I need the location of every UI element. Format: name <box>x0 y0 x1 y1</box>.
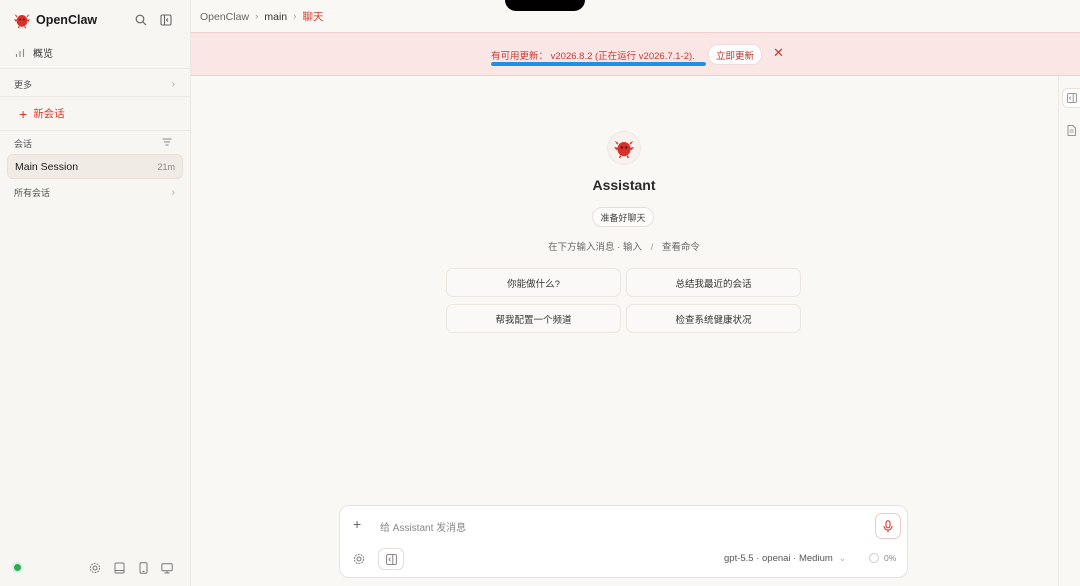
breadcrumb-item[interactable]: OpenClaw <box>200 11 249 23</box>
settings-gear-icon[interactable] <box>88 561 102 575</box>
assistant-title: Assistant <box>592 177 656 193</box>
update-banner-text: 有可用更新： v2026.8.2 (正在运行 v2026.7.1-2). <box>491 51 695 62</box>
divider <box>0 96 191 97</box>
divider <box>0 68 191 69</box>
book-icon[interactable] <box>112 561 126 575</box>
right-rail <box>1058 76 1080 586</box>
context-usage-indicator: 0% <box>869 553 896 563</box>
message-composer: + 给 Assistant 发消息 gpt-5.5 · openai · Med… <box>339 505 908 578</box>
all-sessions-link[interactable]: 所有会话 › <box>0 186 191 199</box>
attach-plus-icon[interactable]: + <box>353 517 361 531</box>
search-icon[interactable] <box>133 12 149 28</box>
microphone-icon <box>883 519 893 532</box>
chevron-down-icon: ⌄ <box>838 553 847 563</box>
chevron-right-icon: › <box>293 11 297 22</box>
sessions-heading-label: 会话 <box>14 139 33 149</box>
chevron-right-icon: › <box>171 79 175 90</box>
status-badge: 准备好聊天 <box>592 207 654 227</box>
suggestion-button[interactable]: 总结我最近的会话 <box>626 268 801 297</box>
chevron-right-icon: › <box>171 187 175 198</box>
camera-notch <box>505 0 585 11</box>
sidebar-item-label: 概览 <box>33 49 53 60</box>
model-label: gpt-5.5 · openai · Medium <box>724 553 833 564</box>
brand[interactable]: OpenClaw <box>13 10 97 30</box>
sidebar: OpenClaw 概览 更多 › + 新会话 会话 Main Session 2… <box>0 0 191 586</box>
suggestion-button[interactable]: 检查系统健康状况 <box>626 304 801 333</box>
divider <box>0 130 191 131</box>
input-hint: 在下方输入消息 · 输入 / 查看命令 <box>474 239 774 253</box>
expand-panel-icon[interactable] <box>1062 88 1080 108</box>
close-icon[interactable]: ✕ <box>773 46 784 60</box>
session-name: Main Session <box>15 160 79 173</box>
assistant-avatar <box>607 131 641 165</box>
bar-chart-icon <box>15 48 25 57</box>
hint-slash: / <box>650 242 654 253</box>
suggestion-button[interactable]: 你能做什么? <box>446 268 621 297</box>
desktop-icon[interactable] <box>160 561 174 575</box>
context-usage-value: 0% <box>884 553 897 563</box>
hint-text: 在下方输入消息 · 输入 <box>548 242 642 253</box>
new-chat-button[interactable]: + 新会话 <box>19 106 65 121</box>
breadcrumb-item[interactable]: main <box>264 11 287 23</box>
session-time: 21m <box>157 161 175 172</box>
breadcrumb-current: 聊天 <box>302 11 324 23</box>
breadcrumb: OpenClaw › main › 聊天 <box>200 9 323 24</box>
openclaw-logo-icon <box>13 14 31 29</box>
panel-toggle-button[interactable] <box>378 548 404 570</box>
update-banner: 有可用更新： v2026.8.2 (正在运行 v2026.7.1-2). 立即更… <box>191 32 1080 76</box>
all-sessions-label: 所有会话 <box>14 188 51 198</box>
settings-gear-icon[interactable] <box>352 552 366 566</box>
new-chat-label: 新会话 <box>33 108 65 120</box>
usage-ring-icon <box>869 553 879 563</box>
message-input[interactable]: 给 Assistant 发消息 <box>380 519 466 534</box>
plus-icon: + <box>19 105 28 122</box>
document-icon[interactable] <box>1062 120 1080 140</box>
update-progress-bar <box>491 62 706 66</box>
suggestion-button[interactable]: 帮我配置一个频道 <box>446 304 621 333</box>
filter-icon[interactable] <box>162 138 172 149</box>
update-progress-fill <box>491 62 706 66</box>
openclaw-logo-icon <box>614 140 634 159</box>
session-item[interactable]: Main Session 21m <box>7 154 183 179</box>
microphone-button[interactable] <box>875 513 901 539</box>
sidebar-section-more[interactable]: 更多 › <box>0 78 191 91</box>
collapse-sidebar-icon[interactable] <box>158 12 174 28</box>
connection-status-indicator <box>14 564 21 571</box>
brand-name: OpenClaw <box>36 13 98 27</box>
panel-icon <box>385 553 397 565</box>
mobile-icon[interactable] <box>136 561 150 575</box>
update-now-button[interactable]: 立即更新 <box>708 44 762 65</box>
model-selector[interactable]: gpt-5.5 · openai · Medium ⌄ <box>724 553 846 564</box>
sidebar-item-overview[interactable]: 概览 <box>0 45 191 60</box>
sessions-heading: 会话 <box>0 137 191 150</box>
hint-text: 查看命令 <box>661 242 700 253</box>
section-label: 更多 <box>14 80 33 90</box>
chevron-right-icon: › <box>255 11 259 22</box>
